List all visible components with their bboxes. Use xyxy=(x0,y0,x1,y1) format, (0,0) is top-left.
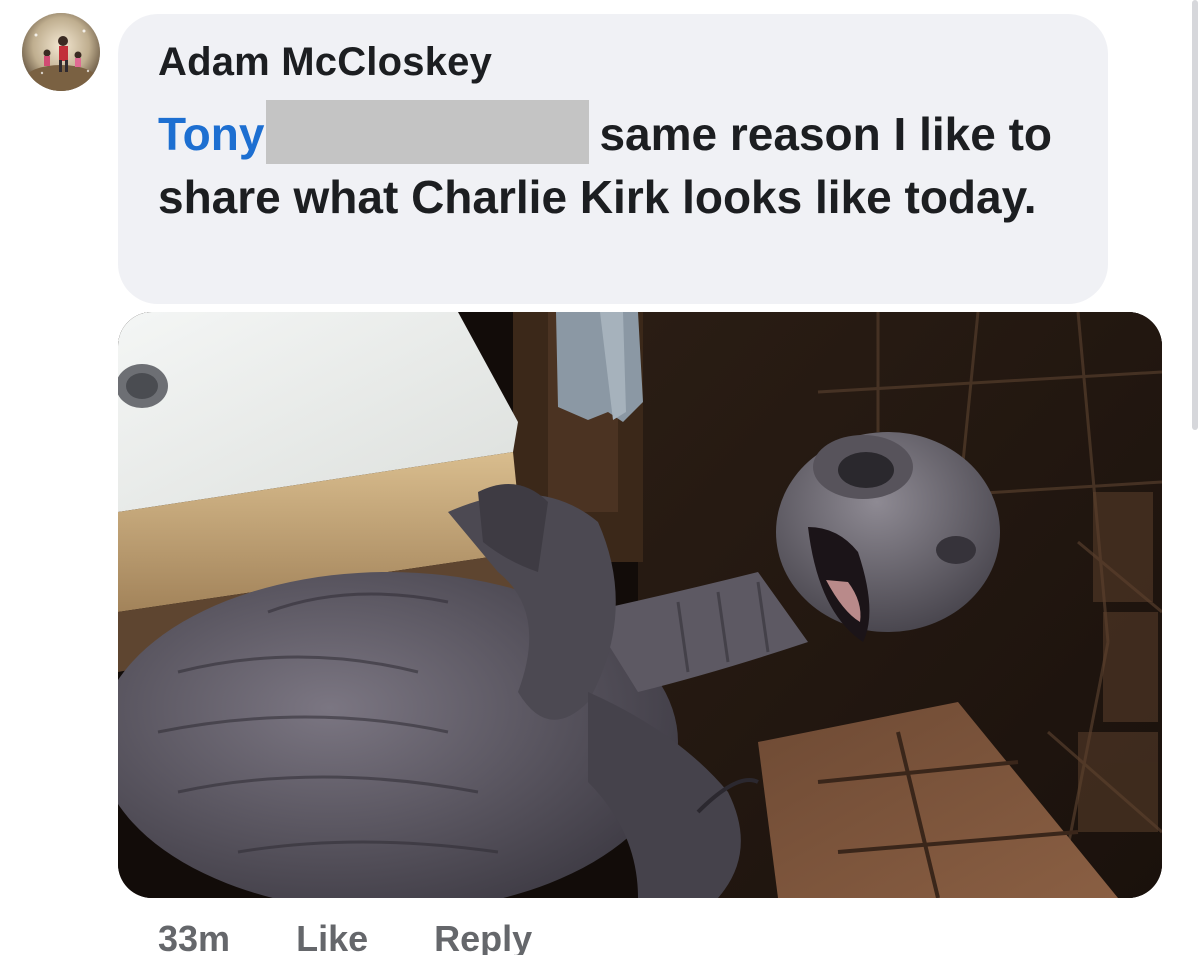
comment-actions: 33m Like Reply xyxy=(158,918,532,955)
scrollbar[interactable] xyxy=(1190,0,1200,440)
like-button[interactable]: Like xyxy=(296,918,368,955)
comment-timestamp[interactable]: 33m xyxy=(158,918,230,955)
reply-button[interactable]: Reply xyxy=(434,918,532,955)
author-name[interactable]: Adam McCloskey xyxy=(158,40,492,85)
avatar-image xyxy=(22,13,100,91)
photo-image xyxy=(118,312,1162,898)
mention-link[interactable]: Tony xyxy=(158,108,264,160)
scrollbar-thumb[interactable] xyxy=(1192,0,1198,430)
comment-bubble: Adam McCloskey Tony same reason I like to… xyxy=(118,14,1108,304)
redaction-box xyxy=(266,100,590,164)
attached-photo[interactable] xyxy=(118,312,1162,898)
comment-screen: Adam McCloskey Tony same reason I like to… xyxy=(0,0,1200,955)
avatar[interactable] xyxy=(22,13,100,91)
comment-text: Tony same reason I like to share what Cha… xyxy=(158,100,1088,229)
